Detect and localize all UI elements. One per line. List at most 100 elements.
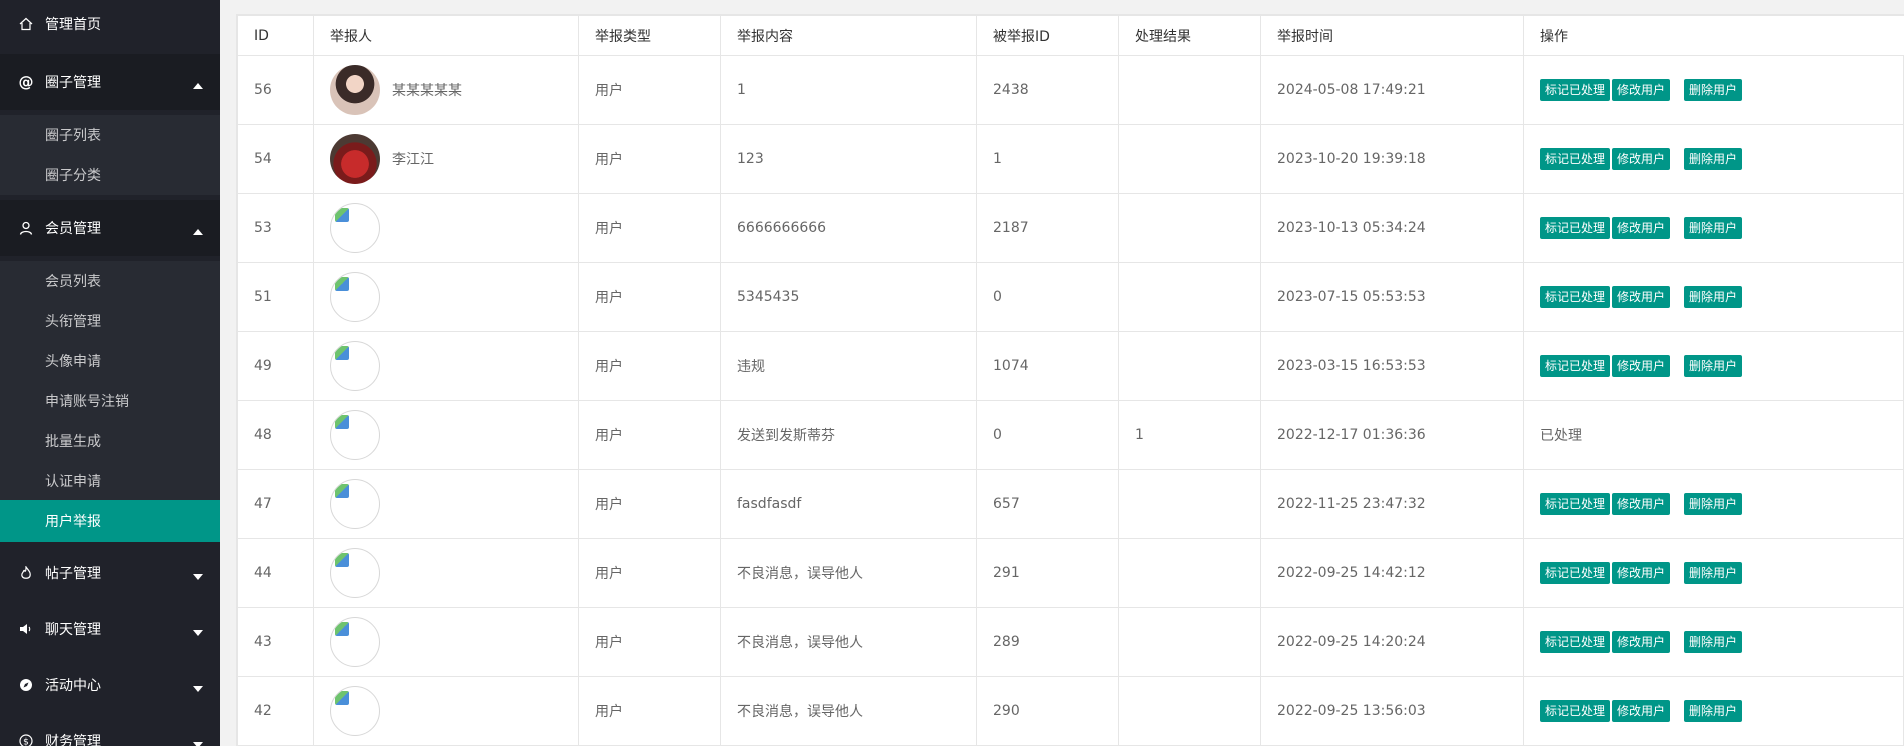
caret-down-icon (192, 625, 204, 636)
cell-time: 2023-03-15 16:53:53 (1260, 331, 1524, 401)
table-row: 53 用户 6666666666 2187 2023-10-13 05:34:2… (237, 193, 1904, 263)
avatar[interactable] (330, 65, 380, 115)
table-header-row: ID 举报人 举报类型 举报内容 被举报ID 处理结果 举报时间 操作 (237, 15, 1904, 56)
col-header-target-id[interactable]: 被举报ID (976, 15, 1119, 56)
cell-result (1118, 331, 1261, 401)
broken-image-icon[interactable] (330, 617, 380, 667)
mark-handled-button[interactable]: 标记已处理 (1540, 493, 1611, 515)
nav-chat-group[interactable]: 聊天管理 (0, 601, 220, 657)
delete-user-button[interactable]: 删除用户 (1684, 217, 1743, 239)
nav-home[interactable]: 管理首页 (0, 0, 220, 52)
edit-user-button[interactable]: 修改用户 (1612, 562, 1671, 584)
nav-user-report[interactable]: 用户举报 (0, 500, 220, 542)
cell-reporter (313, 676, 579, 746)
nav-activity-group-label: 活动中心 (45, 678, 101, 694)
cell-type: 用户 (578, 193, 721, 263)
cell-type: 用户 (578, 124, 721, 194)
edit-user-button[interactable]: 修改用户 (1612, 286, 1671, 308)
mark-handled-button[interactable]: 标记已处理 (1540, 355, 1611, 377)
cell-content: 123 (720, 124, 977, 194)
mark-handled-button[interactable]: 标记已处理 (1540, 79, 1611, 101)
col-header-reporter[interactable]: 举报人 (313, 15, 579, 56)
broken-image-icon[interactable] (330, 479, 380, 529)
cell-target-id: 2438 (976, 55, 1119, 125)
table-row: 48 用户 发送到发斯蒂芬 0 1 2022-12-17 01:36:36 已处… (237, 400, 1904, 470)
cell-id: 48 (237, 400, 314, 470)
delete-user-button[interactable]: 删除用户 (1684, 286, 1743, 308)
cell-reporter: 某某某某某 (313, 55, 579, 125)
mark-handled-button[interactable]: 标记已处理 (1540, 148, 1611, 170)
nav-circle-group[interactable]: @ 圈子管理 (0, 54, 220, 110)
nav-circle-category[interactable]: 圈子分类 (0, 155, 220, 195)
cell-time: 2024-05-08 17:49:21 (1260, 55, 1524, 125)
cell-content: 违规 (720, 331, 977, 401)
mark-handled-button[interactable]: 标记已处理 (1540, 562, 1611, 584)
delete-user-button[interactable]: 删除用户 (1684, 355, 1743, 377)
col-header-actions[interactable]: 操作 (1523, 15, 1904, 56)
delete-user-button[interactable]: 删除用户 (1684, 493, 1743, 515)
broken-image-icon[interactable] (330, 272, 380, 322)
col-header-result[interactable]: 处理结果 (1118, 15, 1261, 56)
edit-user-button[interactable]: 修改用户 (1612, 700, 1671, 722)
col-header-type[interactable]: 举报类型 (578, 15, 721, 56)
mark-handled-button[interactable]: 标记已处理 (1540, 700, 1611, 722)
nav-post-group-label: 帖子管理 (45, 566, 101, 582)
cell-target-id: 290 (976, 676, 1119, 746)
nav-member-group[interactable]: 会员管理 (0, 200, 220, 256)
nav-title-manage[interactable]: 头衔管理 (0, 301, 220, 341)
mark-handled-button[interactable]: 标记已处理 (1540, 286, 1611, 308)
nav-circle-list-label: 圈子列表 (45, 128, 101, 144)
avatar[interactable] (330, 134, 380, 184)
nav-post-group[interactable]: 帖子管理 (0, 545, 220, 601)
svg-text:$: $ (23, 738, 29, 746)
cell-type: 用户 (578, 331, 721, 401)
edit-user-button[interactable]: 修改用户 (1612, 148, 1671, 170)
table-row: 56 某某某某某 用户 1 2438 2024-05-08 17:49:21 标… (237, 55, 1904, 125)
caret-up-icon (192, 78, 204, 89)
delete-user-button[interactable]: 删除用户 (1684, 631, 1743, 653)
nav-circle-list[interactable]: 圈子列表 (0, 115, 220, 155)
col-header-content[interactable]: 举报内容 (720, 15, 977, 56)
nav-cert-apply-label: 认证申请 (45, 474, 101, 490)
cell-target-id: 289 (976, 607, 1119, 677)
broken-image-icon[interactable] (330, 341, 380, 391)
cell-target-id: 1074 (976, 331, 1119, 401)
col-header-time[interactable]: 举报时间 (1260, 15, 1524, 56)
mark-handled-button[interactable]: 标记已处理 (1540, 217, 1611, 239)
nav-cert-apply[interactable]: 认证申请 (0, 461, 220, 501)
cell-reporter (313, 193, 579, 263)
edit-user-button[interactable]: 修改用户 (1612, 79, 1671, 101)
edit-user-button[interactable]: 修改用户 (1612, 355, 1671, 377)
nav-activity-group[interactable]: 活动中心 (0, 657, 220, 713)
nav-avatar-apply-label: 头像申请 (45, 354, 101, 370)
nav-circle-group-label: 圈子管理 (45, 75, 101, 91)
nav-batch-generate[interactable]: 批量生成 (0, 421, 220, 461)
broken-image-icon[interactable] (330, 548, 380, 598)
table-row: 49 用户 违规 1074 2023-03-15 16:53:53 标记已处理修… (237, 331, 1904, 401)
cell-result (1118, 469, 1261, 539)
cell-content: fasdfasdf (720, 469, 977, 539)
nav-avatar-apply[interactable]: 头像申请 (0, 341, 220, 381)
nav-finance-group[interactable]: $ 财务管理 (0, 713, 220, 746)
delete-user-button[interactable]: 删除用户 (1684, 700, 1743, 722)
broken-image-icon[interactable] (330, 686, 380, 736)
col-header-id[interactable]: ID (237, 15, 314, 56)
delete-user-button[interactable]: 删除用户 (1684, 148, 1743, 170)
nav-member-list[interactable]: 会员列表 (0, 261, 220, 301)
edit-user-button[interactable]: 修改用户 (1612, 217, 1671, 239)
broken-image-icon[interactable] (330, 410, 380, 460)
delete-user-button[interactable]: 删除用户 (1684, 79, 1743, 101)
cell-reporter (313, 331, 579, 401)
edit-user-button[interactable]: 修改用户 (1612, 631, 1671, 653)
cell-reporter (313, 400, 579, 470)
cell-reporter (313, 262, 579, 332)
edit-user-button[interactable]: 修改用户 (1612, 493, 1671, 515)
cell-time: 2023-10-13 05:34:24 (1260, 193, 1524, 263)
nav-finance-group-label: 财务管理 (45, 734, 101, 746)
nav-account-cancel[interactable]: 申请账号注销 (0, 381, 220, 421)
broken-image-icon[interactable] (330, 203, 380, 253)
delete-user-button[interactable]: 删除用户 (1684, 562, 1743, 584)
table-row: 44 用户 不良消息，误导他人 291 2022-09-25 14:42:12 … (237, 538, 1904, 608)
mark-handled-button[interactable]: 标记已处理 (1540, 631, 1611, 653)
cell-id: 44 (237, 538, 314, 608)
